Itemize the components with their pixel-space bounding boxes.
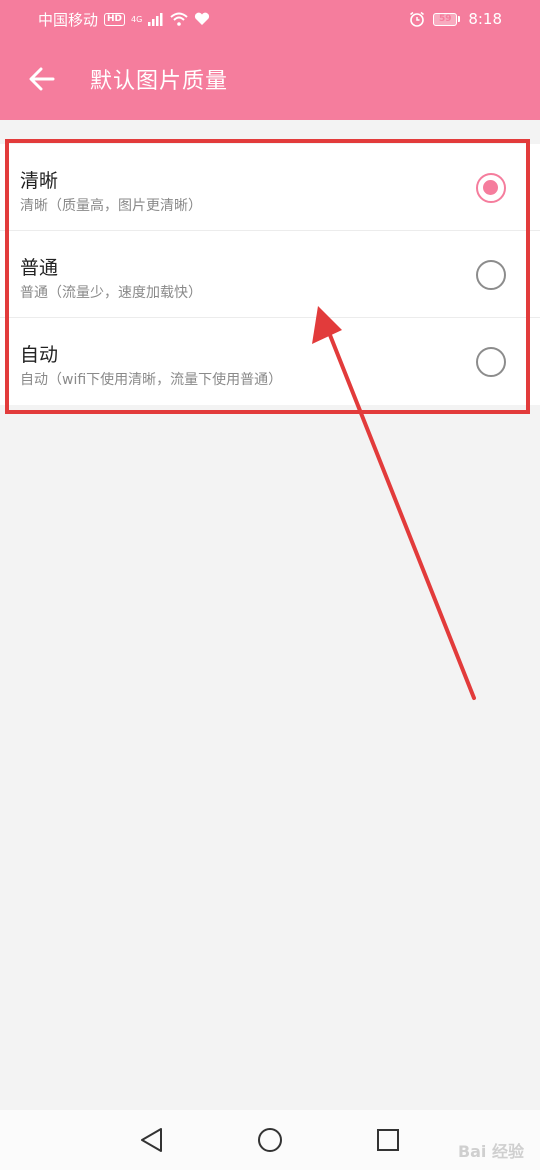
quality-option-list: 清晰 清晰（质量高，图片更清晰） 普通 普通（流量少，速度加载快） 自动 自动（… — [0, 144, 540, 405]
baidu-watermark: Bai 经验 — [457, 1142, 524, 1161]
arrow-left-icon — [29, 67, 55, 91]
option-clear[interactable]: 清晰 清晰（质量高，图片更清晰） — [0, 144, 540, 231]
system-nav-bar: Bai 经验 — [0, 1110, 540, 1170]
option-subtitle: 普通（流量少，速度加载快） — [20, 285, 202, 301]
status-bar: 中国移动 HD 4G 59 8:18 — [0, 0, 540, 38]
radio-button[interactable] — [476, 347, 506, 377]
status-left: 中国移动 HD 4G — [38, 9, 210, 30]
nav-recents-button[interactable] — [368, 1120, 408, 1160]
battery-level: 59 — [433, 12, 458, 26]
option-auto[interactable]: 自动 自动（wifi下使用清晰，流量下使用普通） — [0, 318, 540, 405]
option-title: 普通 — [20, 257, 59, 279]
status-right: 59 8:18 — [409, 10, 502, 28]
wifi-icon — [170, 12, 188, 26]
page-title: 默认图片质量 — [90, 69, 229, 94]
square-recents-icon — [377, 1129, 399, 1151]
circle-home-icon — [258, 1128, 282, 1152]
hd-badge: HD — [104, 12, 126, 26]
network-type: 4G — [131, 14, 143, 24]
alarm-icon — [410, 11, 425, 27]
option-title: 清晰 — [20, 170, 59, 192]
back-button[interactable] — [14, 51, 70, 107]
option-subtitle: 自动（wifi下使用清晰，流量下使用普通） — [20, 372, 283, 388]
option-normal[interactable]: 普通 普通（流量少，速度加载快） — [0, 231, 540, 318]
heart-icon — [195, 12, 210, 25]
triangle-back-icon — [141, 1128, 162, 1152]
nav-back-button[interactable] — [132, 1120, 172, 1160]
option-title: 自动 — [20, 344, 59, 366]
radio-button[interactable] — [476, 260, 506, 290]
battery-tip — [458, 16, 461, 22]
carrier-name: 中国移动 — [38, 10, 99, 29]
app-bar: 默认图片质量 — [0, 38, 540, 120]
nav-home-button[interactable] — [250, 1120, 290, 1160]
signal-icon — [148, 12, 163, 26]
radio-button-selected[interactable] — [476, 173, 506, 203]
clock: 8:18 — [468, 10, 502, 28]
option-subtitle: 清晰（质量高，图片更清晰） — [20, 198, 202, 214]
battery-icon: 59 — [433, 12, 461, 26]
